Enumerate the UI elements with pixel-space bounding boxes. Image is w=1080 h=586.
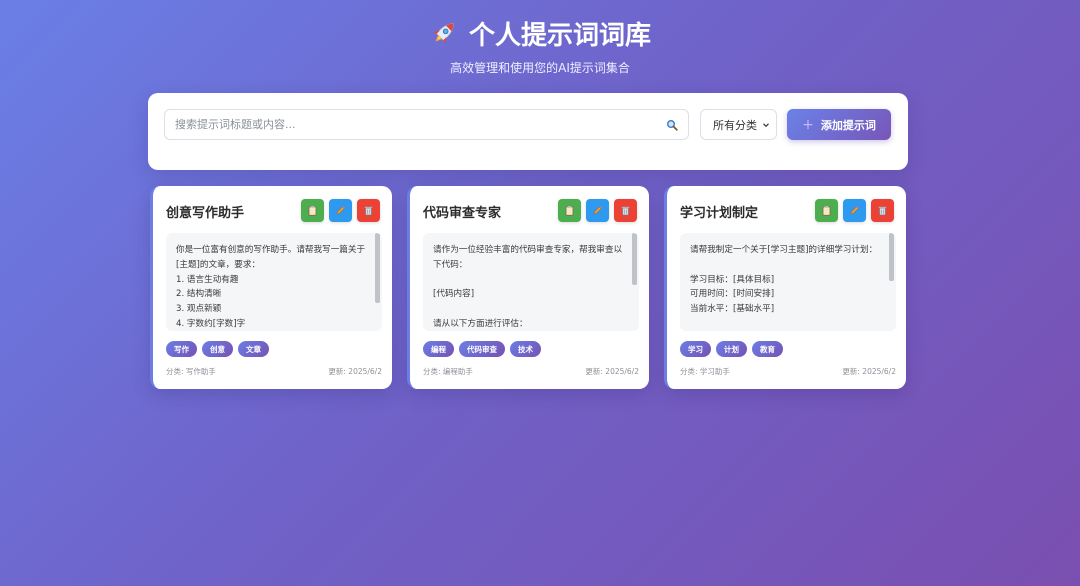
- page-header: 个人提示词词库 高效管理和使用您的AI提示词集合: [0, 0, 1080, 76]
- card-meta: 分类: 写作助手 更新: 2025/6/2: [166, 366, 382, 377]
- search-input[interactable]: [175, 118, 666, 131]
- card-updated: 更新: 2025/6/2: [328, 367, 382, 376]
- trash-icon: [878, 206, 887, 216]
- card-updated: 更新: 2025/6/2: [842, 367, 896, 376]
- chevron-down-icon: [763, 122, 769, 127]
- card-updated: 更新: 2025/6/2: [585, 367, 639, 376]
- card-tags: 写作 创意 文章: [166, 341, 269, 357]
- category-select[interactable]: 所有分类: [700, 109, 777, 140]
- copy-button[interactable]: [815, 199, 838, 222]
- edit-button[interactable]: [586, 199, 609, 222]
- page-title-text: 个人提示词词库: [468, 20, 651, 51]
- copy-button[interactable]: [558, 199, 581, 222]
- card-actions: [558, 199, 637, 222]
- card-tags: 学习 计划 教育: [680, 341, 783, 357]
- tag[interactable]: 代码审查: [459, 341, 505, 357]
- card-content: 你是一位富有创意的写作助手。请帮我写一篇关于[主题]的文章，要求： 1. 语言生…: [176, 245, 366, 329]
- add-prompt-label: 添加提示词: [820, 118, 876, 132]
- card-category: 分类: 编程助手: [423, 367, 473, 376]
- delete-button[interactable]: [614, 199, 637, 222]
- card-content-box[interactable]: 你是一位富有创意的写作助手。请帮我写一篇关于[主题]的文章，要求： 1. 语言生…: [166, 233, 382, 331]
- tag[interactable]: 计划: [716, 341, 747, 357]
- clipboard-icon: [308, 206, 317, 216]
- tag[interactable]: 学习: [680, 341, 711, 357]
- delete-button[interactable]: [357, 199, 380, 222]
- pencil-icon: [593, 206, 602, 215]
- category-select-value: 所有分类: [713, 118, 757, 132]
- tag[interactable]: 文章: [238, 341, 269, 357]
- delete-button[interactable]: [871, 199, 894, 222]
- search-icon[interactable]: [666, 119, 678, 131]
- card-content: 请帮我制定一个关于[学习主题]的详细学习计划： 学习目标：[具体目标] 可用时间…: [690, 245, 878, 315]
- trash-icon: [364, 206, 373, 216]
- card-category: 分类: 写作助手: [166, 367, 216, 376]
- clipboard-icon: [822, 206, 831, 216]
- page-title: 个人提示词词库: [0, 16, 1080, 51]
- scroll-thumb[interactable]: [375, 233, 380, 303]
- prompt-card: 学习计划制定 请帮我制定一个关于[学习主题]的详细学习计划： 学习目标：[具体目…: [664, 186, 906, 389]
- edit-button[interactable]: [329, 199, 352, 222]
- card-content: 请作为一位经验丰富的代码审查专家，帮我审查以下代码： [代码内容] 请从以下方面…: [433, 245, 623, 329]
- tag[interactable]: 编程: [423, 341, 454, 357]
- card-content-box[interactable]: 请帮我制定一个关于[学习主题]的详细学习计划： 学习目标：[具体目标] 可用时间…: [680, 233, 896, 331]
- card-category: 分类: 学习助手: [680, 367, 730, 376]
- copy-button[interactable]: [301, 199, 324, 222]
- card-meta: 分类: 学习助手 更新: 2025/6/2: [680, 366, 896, 377]
- pencil-icon: [850, 206, 859, 215]
- edit-button[interactable]: [843, 199, 866, 222]
- tag[interactable]: 教育: [752, 341, 783, 357]
- card-title: 创意写作助手: [166, 206, 245, 221]
- card-tags: 编程 代码审查 技术: [423, 341, 541, 357]
- clipboard-icon: [565, 206, 574, 216]
- card-meta: 分类: 编程助手 更新: 2025/6/2: [423, 366, 639, 377]
- scroll-thumb[interactable]: [632, 233, 637, 285]
- plus-icon: +: [802, 116, 814, 133]
- tag[interactable]: 写作: [166, 341, 197, 357]
- card-title: 学习计划制定: [680, 206, 759, 221]
- tag[interactable]: 创意: [202, 341, 233, 357]
- scroll-thumb[interactable]: [889, 233, 894, 281]
- pencil-icon: [336, 206, 345, 215]
- rocket-icon: [432, 23, 454, 45]
- card-actions: [815, 199, 894, 222]
- search-panel: 所有分类 + 添加提示词: [148, 93, 908, 170]
- scrollbar[interactable]: [889, 233, 895, 331]
- search-box[interactable]: [164, 109, 689, 140]
- card-content-box[interactable]: 请作为一位经验丰富的代码审查专家，帮我审查以下代码： [代码内容] 请从以下方面…: [423, 233, 639, 331]
- card-title: 代码审查专家: [423, 206, 502, 221]
- page-subtitle: 高效管理和使用您的AI提示词集合: [450, 61, 630, 75]
- add-prompt-button[interactable]: + 添加提示词: [787, 109, 891, 140]
- tag[interactable]: 技术: [510, 341, 541, 357]
- scrollbar[interactable]: [632, 233, 638, 331]
- trash-icon: [621, 206, 630, 216]
- prompt-card: 创意写作助手 你是一位富有创意的写作助手。请帮我写一篇关于[主题]的文章，要求：…: [150, 186, 392, 389]
- card-actions: [301, 199, 380, 222]
- prompt-card: 代码审查专家 请作为一位经验丰富的代码审查专家，帮我审查以下代码： [代码内容]…: [407, 186, 649, 389]
- scrollbar[interactable]: [375, 233, 381, 331]
